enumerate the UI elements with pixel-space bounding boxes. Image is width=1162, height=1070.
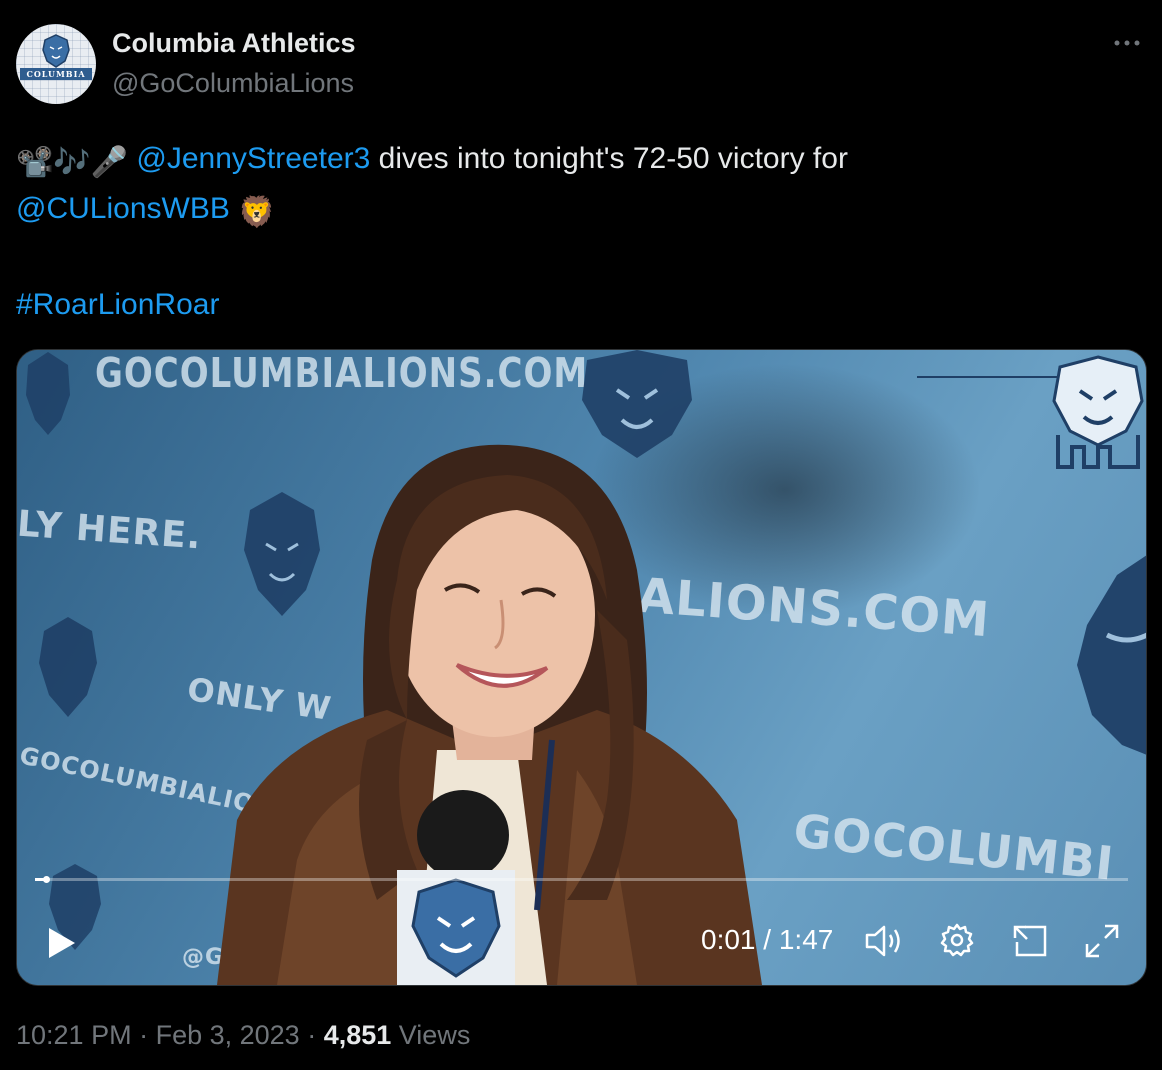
more-icon[interactable] (1112, 28, 1142, 54)
lion-logo-icon (1077, 555, 1146, 755)
lion-emoji: 🦁 (238, 196, 276, 229)
mention-jennystreeter3[interactable]: @JennyStreeter3 (136, 142, 370, 175)
play-icon[interactable] (43, 925, 79, 961)
gear-icon[interactable] (939, 922, 975, 958)
lion-logo-icon (411, 877, 501, 978)
tweet-body: dives into tonight's 72-50 victory for (370, 142, 848, 175)
author-name[interactable]: Columbia Athletics (112, 28, 356, 59)
time-total: 1:47 (778, 924, 834, 955)
meta-separator: · (131, 1020, 156, 1050)
tweet-text: 📽️🎶🎤 @JennyStreeter3 dives into tonight'… (16, 136, 1136, 328)
time-current: 0:01 (701, 924, 756, 955)
mic-flag (397, 870, 515, 985)
views-label: Views (391, 1020, 471, 1050)
tweet-meta: 10:21 PM · Feb 3, 2023 · 4,851 Views (16, 1020, 470, 1051)
lion-logo-icon (26, 352, 70, 435)
author-handle[interactable]: @GoColumbiaLions (112, 68, 354, 99)
tweet-time[interactable]: 10:21 PM (16, 1020, 132, 1050)
pip-icon[interactable] (1011, 924, 1047, 958)
camera-music-mic-emoji: 📽️🎶🎤 (16, 146, 129, 179)
time-separator: / (755, 924, 779, 955)
avatar[interactable]: COLUMBIA (16, 24, 96, 104)
tweet-date[interactable]: Feb 3, 2023 (156, 1020, 300, 1050)
tweet: COLUMBIA Columbia Athletics @GoColumbiaL… (0, 0, 1162, 1070)
fullscreen-icon[interactable] (1083, 922, 1121, 960)
video-time: 0:01 / 1:47 (701, 924, 833, 956)
microphone-image (417, 790, 509, 880)
video-player[interactable]: GOCOLUMBIALIONS.COM LY HERE. ALIONS.COM … (16, 349, 1147, 986)
mention-culionswbb[interactable]: @CULionsWBB (16, 192, 230, 225)
volume-icon[interactable] (865, 924, 903, 958)
progress-bar[interactable] (35, 876, 1128, 883)
columbia-logo: COLUMBIA (16, 24, 96, 104)
progress-knob[interactable] (43, 876, 50, 883)
lion-logo-icon (39, 617, 97, 717)
meta-separator: · (299, 1020, 324, 1050)
views-count: 4,851 (323, 1020, 392, 1050)
hashtag-roarlionroar[interactable]: #RoarLionRoar (16, 288, 219, 321)
lion-icon (42, 34, 70, 68)
backdrop-text: GOCOLUMBIALIONS.COM (95, 350, 589, 398)
broadcast-logo-icon (1052, 355, 1144, 469)
